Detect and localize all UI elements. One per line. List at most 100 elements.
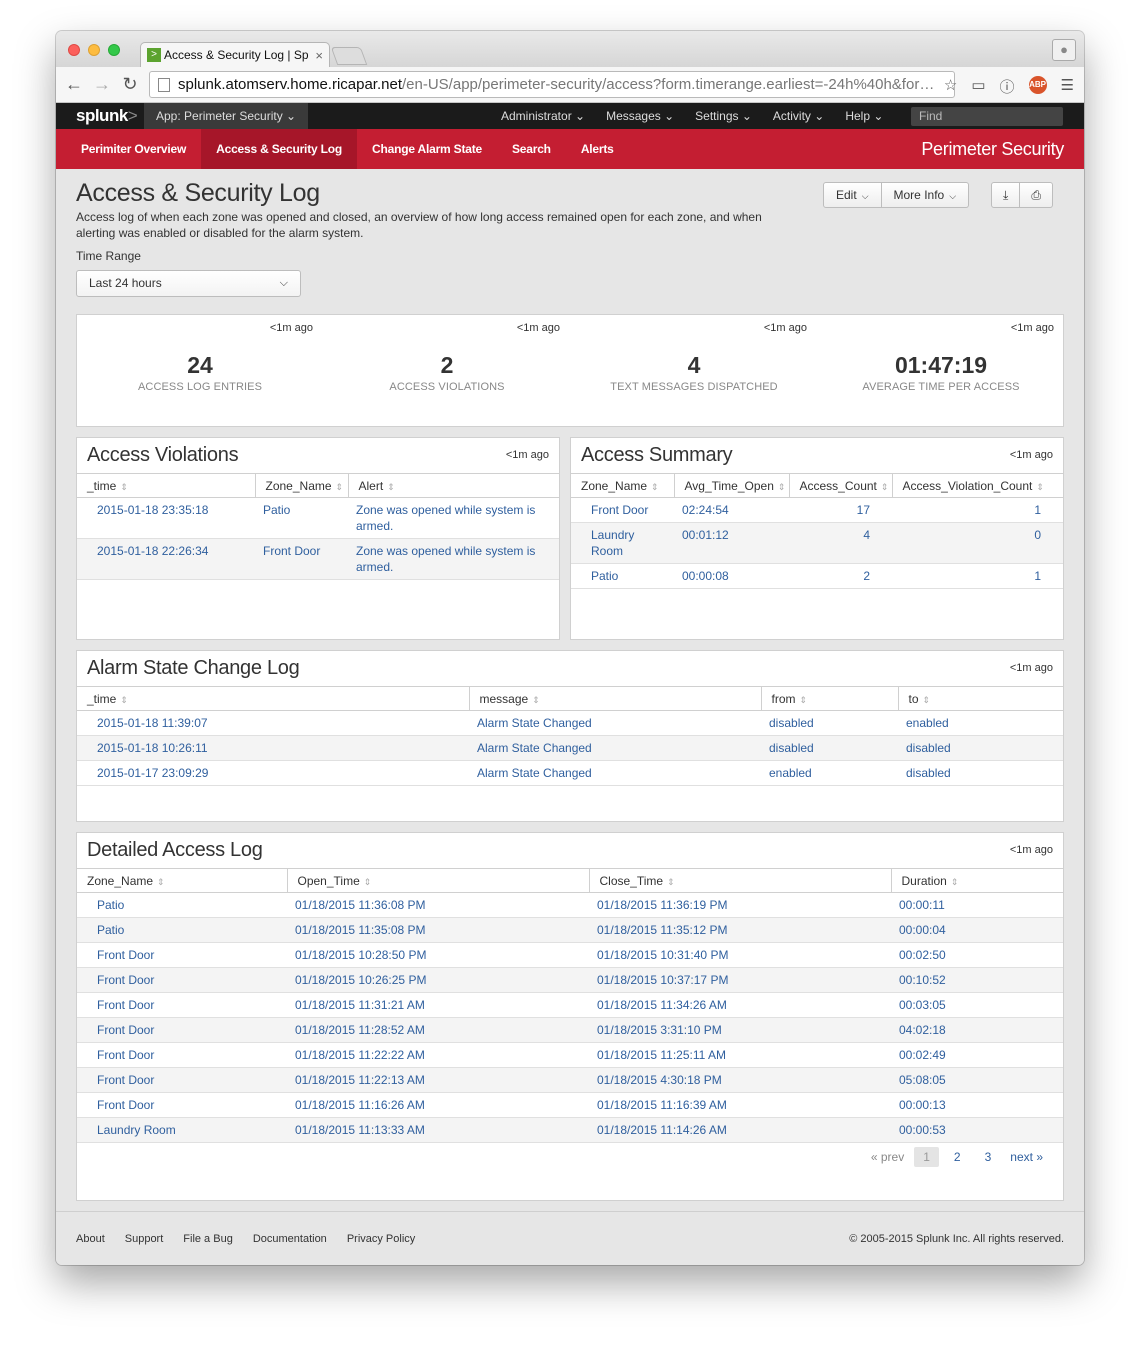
table-cell[interactable]: disabled	[898, 735, 1063, 761]
table-row[interactable]: Front Door 01/18/2015 10:28:50 PM 01/18/…	[77, 942, 1063, 968]
column-header[interactable]: _time ⇕	[77, 686, 469, 711]
table-cell[interactable]: Laundry Room	[571, 522, 674, 564]
minimize-window-button[interactable]	[88, 44, 100, 56]
table-cell[interactable]: 05:08:05	[891, 1067, 1063, 1093]
splunk-logo[interactable]: splunk>	[76, 106, 138, 126]
table-row[interactable]: Front Door 01/18/2015 11:31:21 AM 01/18/…	[77, 992, 1063, 1018]
table-cell[interactable]: 01/18/2015 11:13:33 AM	[287, 1117, 589, 1143]
table-cell[interactable]: disabled	[761, 735, 898, 761]
profile-icon[interactable]: ●	[1052, 39, 1076, 61]
table-row[interactable]: Front Door 01/18/2015 11:22:22 AM 01/18/…	[77, 1042, 1063, 1068]
table-cell[interactable]: 02:24:54	[674, 497, 789, 523]
table-cell[interactable]: 00:01:12	[674, 522, 789, 564]
table-cell[interactable]: Front Door	[77, 1092, 287, 1118]
table-cell[interactable]: Alarm State Changed	[469, 760, 761, 786]
table-cell[interactable]: Laundry Room	[77, 1117, 287, 1143]
nav-alerts[interactable]: Alerts	[566, 129, 629, 169]
table-cell[interactable]: Front Door	[77, 1017, 287, 1043]
table-cell[interactable]: 01/18/2015 11:14:26 AM	[589, 1117, 891, 1143]
menu-administrator[interactable]: Administrator ⌄	[501, 103, 585, 129]
menu-icon[interactable]: ☰	[1061, 76, 1074, 97]
footer-link-file-bug[interactable]: File a Bug	[183, 1233, 233, 1245]
close-tab-icon[interactable]: ×	[315, 48, 323, 63]
column-header[interactable]: Access_Count ⇕	[788, 473, 892, 498]
footer-link-support[interactable]: Support	[125, 1233, 164, 1245]
table-row[interactable]: Laundry Room 00:01:12 4 0	[571, 522, 1063, 564]
column-header[interactable]: to ⇕	[897, 686, 1063, 711]
nav-change-alarm-state[interactable]: Change Alarm State	[357, 129, 497, 169]
nav-access-security-log[interactable]: Access & Security Log	[201, 129, 357, 169]
table-cell[interactable]: 00:00:04	[891, 917, 1063, 943]
app-menu[interactable]: App: Perimeter Security ⌄	[144, 103, 309, 129]
table-cell[interactable]: 00:00:08	[674, 563, 789, 589]
column-header[interactable]: Zone_Name ⇕	[571, 473, 674, 498]
table-cell[interactable]: 01/18/2015 11:36:08 PM	[287, 892, 589, 918]
table-cell[interactable]: Front Door	[77, 967, 287, 993]
table-cell[interactable]: 01/18/2015 11:25:11 AM	[589, 1042, 891, 1068]
back-arrow-icon[interactable]: ←	[62, 74, 86, 95]
column-header[interactable]: _time ⇕	[77, 473, 255, 498]
table-cell[interactable]: 04:02:18	[891, 1017, 1063, 1043]
zoom-window-button[interactable]	[108, 44, 120, 56]
table-cell[interactable]: enabled	[761, 760, 898, 786]
table-cell[interactable]: 2015-01-18 23:35:18	[77, 497, 255, 539]
table-cell[interactable]: 00:00:53	[891, 1117, 1063, 1143]
table-cell[interactable]: 2	[789, 563, 892, 589]
column-header[interactable]: Open_Time ⇕	[286, 868, 589, 893]
table-cell[interactable]: 2015-01-18 10:26:11	[77, 735, 469, 761]
table-row[interactable]: Patio 00:00:08 2 1	[571, 563, 1063, 589]
table-cell[interactable]: disabled	[898, 760, 1063, 786]
table-row[interactable]: Front Door 01/18/2015 11:16:26 AM 01/18/…	[77, 1092, 1063, 1118]
table-row[interactable]: Patio 01/18/2015 11:35:08 PM 01/18/2015 …	[77, 917, 1063, 943]
print-button[interactable]: ⎙	[1020, 182, 1053, 208]
table-cell[interactable]: 01/18/2015 11:36:19 PM	[589, 892, 891, 918]
page-link-1[interactable]: 1	[914, 1147, 939, 1167]
table-cell[interactable]: 00:00:13	[891, 1092, 1063, 1118]
menu-help[interactable]: Help ⌄	[845, 103, 883, 129]
browser-tab[interactable]: > Access & Security Log | Sp ×	[140, 42, 330, 67]
table-cell[interactable]: Front Door	[77, 1042, 287, 1068]
table-cell[interactable]: 01/18/2015 11:31:21 AM	[287, 992, 589, 1018]
table-cell[interactable]: 00:02:50	[891, 942, 1063, 968]
table-cell[interactable]: 01/18/2015 3:31:10 PM	[589, 1017, 891, 1043]
table-cell[interactable]: 01/18/2015 10:26:25 PM	[287, 967, 589, 993]
table-cell[interactable]: 01/18/2015 11:35:08 PM	[287, 917, 589, 943]
column-header[interactable]: Close_Time ⇕	[588, 868, 891, 893]
table-cell[interactable]: disabled	[761, 710, 898, 736]
column-header[interactable]: Avg_Time_Open ⇕	[673, 473, 789, 498]
table-cell[interactable]: 00:02:49	[891, 1042, 1063, 1068]
table-row[interactable]: Patio 01/18/2015 11:36:08 PM 01/18/2015 …	[77, 892, 1063, 918]
table-row[interactable]: 2015-01-18 22:26:34 Front Door Zone was …	[77, 538, 559, 580]
table-cell[interactable]: enabled	[898, 710, 1063, 736]
menu-messages[interactable]: Messages ⌄	[606, 103, 674, 129]
time-range-dropdown[interactable]: Last 24 hours ⌵	[76, 270, 301, 297]
table-cell[interactable]: 01/18/2015 11:22:13 AM	[287, 1067, 589, 1093]
table-cell[interactable]: Front Door	[77, 992, 287, 1018]
more-info-button[interactable]: More Info ⌵	[881, 182, 970, 208]
table-cell[interactable]: Patio	[77, 917, 287, 943]
table-cell[interactable]: 2015-01-18 11:39:07	[77, 710, 469, 736]
next-page-link[interactable]: next »	[1010, 1150, 1043, 1164]
table-cell[interactable]: 01/18/2015 11:22:22 AM	[287, 1042, 589, 1068]
table-cell[interactable]: 0	[892, 522, 1063, 564]
menu-activity[interactable]: Activity ⌄	[773, 103, 824, 129]
table-cell[interactable]: 01/18/2015 10:37:17 PM	[589, 967, 891, 993]
table-cell[interactable]: 01/18/2015 10:28:50 PM	[287, 942, 589, 968]
table-cell[interactable]: Front Door	[77, 942, 287, 968]
table-row[interactable]: Front Door 01/18/2015 11:22:13 AM 01/18/…	[77, 1067, 1063, 1093]
nav-search[interactable]: Search	[497, 129, 566, 169]
footer-link-privacy[interactable]: Privacy Policy	[347, 1233, 415, 1245]
cast-icon[interactable]: ▭	[971, 76, 985, 97]
table-cell[interactable]: Patio	[77, 892, 287, 918]
table-cell[interactable]: Front Door	[77, 1067, 287, 1093]
column-header[interactable]: message ⇕	[468, 686, 761, 711]
table-cell[interactable]: 01/18/2015 11:16:26 AM	[287, 1092, 589, 1118]
table-cell[interactable]: 2015-01-18 22:26:34	[77, 538, 255, 580]
table-cell[interactable]: Patio	[255, 497, 348, 539]
forward-arrow-icon[interactable]: →	[90, 74, 114, 95]
table-cell[interactable]: Patio	[571, 563, 674, 589]
page-link-2[interactable]: 2	[945, 1147, 970, 1167]
table-row[interactable]: 2015-01-18 11:39:07 Alarm State Changed …	[77, 710, 1063, 736]
table-cell[interactable]: Alarm State Changed	[469, 710, 761, 736]
table-cell[interactable]: Front Door	[255, 538, 348, 580]
